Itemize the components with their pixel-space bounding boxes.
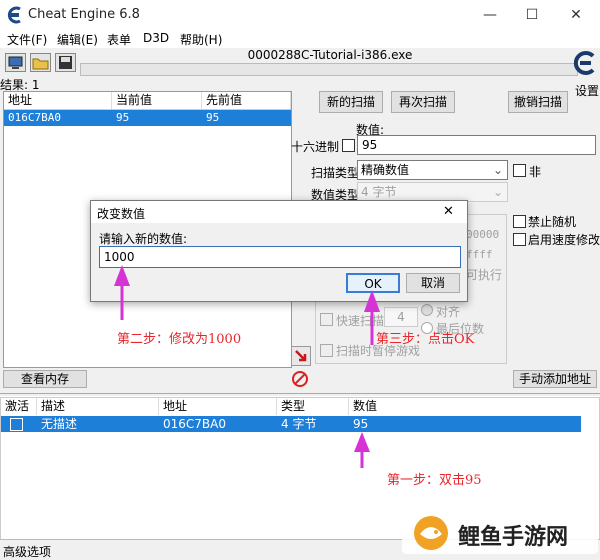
scan-stop-address: ffff — [466, 248, 493, 261]
view-memory-button[interactable]: 查看内存 — [3, 370, 87, 388]
new-value-input[interactable]: 1000 — [99, 246, 461, 268]
header-address[interactable]: 地址 — [4, 92, 112, 109]
watermark-text: 鲤鱼手游网 — [458, 525, 569, 550]
scan-type-label: 扫描类型 — [311, 166, 360, 180]
row-value: 95 — [353, 417, 369, 431]
scan-start-address: 00000 — [466, 228, 500, 241]
watermark: 鲤鱼手游网 — [402, 512, 598, 554]
new-scan-button[interactable]: 新的扫描 — [319, 91, 383, 113]
settings-label[interactable]: 设置 — [575, 82, 599, 99]
annotation-step3: 第三步：点击OK — [376, 332, 475, 347]
save-icon — [59, 56, 72, 69]
computer-icon — [8, 56, 23, 69]
title-bar: Cheat Engine 6.8 — ☐ ✕ — [0, 0, 600, 30]
align-radio[interactable] — [421, 304, 433, 316]
header-previous-value[interactable]: 先前值 — [202, 92, 291, 109]
open-process-button[interactable] — [5, 53, 26, 72]
open-file-button[interactable] — [30, 53, 51, 72]
dialog-title: 改变数值 — [97, 207, 146, 221]
header-type[interactable]: 类型 — [277, 398, 349, 415]
cheat-engine-settings-logo-icon[interactable] — [572, 50, 598, 76]
advanced-options-label[interactable]: 高级选项 — [3, 543, 51, 560]
hex-label: 十六进制 — [291, 140, 340, 154]
dialog-prompt: 请输入新的数值: — [99, 232, 188, 246]
header-current-value[interactable]: 当前值 — [112, 92, 202, 109]
annotation-step1: 第一步：双击95 — [387, 473, 482, 488]
dialog-close-button[interactable]: ✕ — [443, 204, 454, 219]
pause-game-checkbox[interactable] — [320, 344, 333, 357]
menu-edit[interactable]: 编辑(E) — [57, 31, 98, 48]
cheat-table-row[interactable]: 无描述 016C7BA0 4 字节 95 — [1, 416, 581, 432]
value-type-select[interactable]: 4 字节 ⌄ — [357, 182, 508, 202]
ok-button[interactable]: OK — [346, 273, 400, 293]
cheat-table-header: 激活 描述 地址 类型 数值 — [1, 398, 599, 415]
not-checkbox[interactable] — [513, 164, 526, 177]
add-to-list-button[interactable] — [291, 346, 311, 366]
fast-scan-label: 快速扫描 — [336, 314, 385, 328]
executable-label: 可执行 — [466, 268, 503, 282]
fast-scan-checkbox[interactable] — [320, 313, 333, 326]
minimize-button[interactable]: — — [470, 4, 510, 26]
fish-logo-icon — [414, 516, 448, 550]
disable-random-checkbox[interactable] — [513, 215, 526, 228]
chevron-down-icon: ⌄ — [492, 185, 503, 199]
cheat-engine-logo-icon — [7, 6, 21, 24]
scan-type-value: 精确数值 — [361, 163, 410, 177]
add-address-manually-button[interactable]: 手动添加地址 — [513, 370, 597, 388]
cancel-button[interactable]: 取消 — [406, 273, 460, 293]
red-arrow-icon — [295, 350, 307, 362]
scan-type-select[interactable]: 精确数值 ⌄ — [357, 160, 508, 180]
header-active[interactable]: 激活 — [1, 398, 37, 415]
undo-scan-button[interactable]: 撤销扫描 — [508, 91, 568, 113]
value-type-value: 4 字节 — [361, 185, 397, 199]
change-value-dialog: 改变数值 ✕ 请输入新的数值: 1000 OK 取消 — [90, 200, 468, 302]
not-label: 非 — [529, 165, 542, 179]
result-row[interactable]: 016C7BA0 95 95 — [4, 110, 291, 126]
folder-icon — [32, 58, 49, 70]
align-label: 对齐 — [436, 305, 461, 319]
active-checkbox[interactable] — [10, 418, 23, 431]
save-button[interactable] — [55, 53, 76, 72]
hex-checkbox[interactable] — [342, 139, 355, 152]
header-address[interactable]: 地址 — [159, 398, 277, 415]
result-previous: 95 — [206, 111, 220, 124]
row-address: 016C7BA0 — [163, 417, 226, 431]
dialog-title-bar: 改变数值 ✕ — [91, 201, 467, 223]
menu-bar: 文件(F) 编辑(E) 表单 D3D 帮助(H) — [0, 30, 600, 48]
speedhack-checkbox[interactable] — [513, 233, 526, 246]
row-type: 4 字节 — [281, 417, 317, 431]
menu-d3d[interactable]: D3D — [143, 31, 169, 45]
annotation-step2: 第二步：修改为1000 — [117, 332, 242, 347]
disable-random-label: 禁止随机 — [528, 215, 577, 229]
result-list-header: 地址 当前值 先前值 — [4, 92, 291, 110]
scan-value-input[interactable]: 95 — [357, 135, 596, 155]
next-scan-button[interactable]: 再次扫描 — [391, 91, 455, 113]
header-value[interactable]: 数值 — [349, 398, 599, 415]
stop-icon[interactable] — [291, 370, 309, 388]
chevron-down-icon: ⌄ — [492, 163, 503, 177]
fast-scan-input[interactable]: 4 — [384, 307, 418, 327]
window-title: Cheat Engine 6.8 — [28, 7, 140, 22]
row-description: 无描述 — [41, 417, 78, 431]
header-description[interactable]: 描述 — [37, 398, 159, 415]
process-name: 0000288C-Tutorial-i386.exe — [247, 48, 413, 62]
menu-help[interactable]: 帮助(H) — [180, 31, 222, 48]
menu-table[interactable]: 表单 — [107, 31, 131, 48]
speedhack-label: 启用速度修改 — [528, 233, 600, 247]
maximize-button[interactable]: ☐ — [512, 4, 552, 26]
result-address: 016C7BA0 — [8, 111, 61, 124]
result-current: 95 — [116, 111, 130, 124]
scan-progress-bar — [80, 63, 578, 76]
menu-file[interactable]: 文件(F) — [7, 31, 47, 48]
close-button[interactable]: ✕ — [556, 4, 596, 26]
